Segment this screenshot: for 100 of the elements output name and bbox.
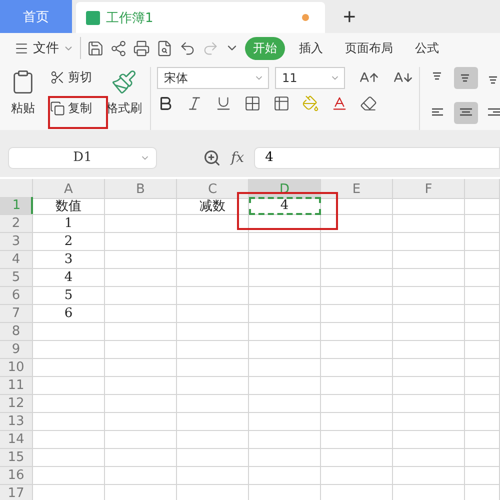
print-icon[interactable]	[133, 40, 150, 56]
column-header[interactable]: B	[105, 179, 177, 199]
table-cell	[321, 467, 393, 485]
fill-color-icon[interactable]	[302, 95, 319, 112]
file-menu[interactable]: 文件	[14, 39, 74, 57]
row-header[interactable]: 9	[0, 341, 33, 359]
formula-field[interactable]: 4	[254, 146, 500, 168]
table-cell	[177, 395, 249, 413]
align-button[interactable]	[454, 67, 478, 89]
table-cell: 5	[33, 287, 105, 305]
table-cell	[105, 359, 177, 377]
row-header[interactable]: 15	[0, 449, 33, 467]
table-cell	[465, 413, 500, 431]
table-cell	[177, 323, 249, 341]
row-header[interactable]: 5	[0, 269, 33, 287]
column-header[interactable]: A	[33, 179, 105, 199]
row-header[interactable]: 11	[0, 377, 33, 395]
new-tab-button[interactable]: +	[337, 0, 362, 33]
table-cell	[465, 323, 500, 341]
zoom-icon[interactable]	[203, 148, 221, 166]
align-button[interactable]	[454, 102, 478, 124]
table-cell	[249, 359, 321, 377]
table-cell	[465, 395, 500, 413]
column-header[interactable]: C	[177, 179, 249, 199]
share-icon[interactable]	[110, 40, 127, 56]
table-cell	[249, 413, 321, 431]
table-cell	[321, 197, 393, 215]
table-cell	[321, 413, 393, 431]
table-cell	[177, 413, 249, 431]
name-box[interactable]: D1	[8, 146, 157, 168]
save-icon[interactable]	[87, 40, 104, 56]
table-cell	[249, 467, 321, 485]
document-tab[interactable]: 工作簿1	[76, 2, 325, 33]
ribbon-tab[interactable]: 开始	[245, 36, 285, 60]
table-cell	[105, 215, 177, 233]
font-select[interactable]: 宋体	[157, 67, 269, 89]
row-header[interactable]: 16	[0, 467, 33, 485]
font-color-icon[interactable]	[331, 95, 348, 112]
fx-label[interactable]: fx	[231, 150, 244, 166]
row-header[interactable]: 13	[0, 413, 33, 431]
cut-button[interactable]: 剪切	[48, 67, 94, 88]
table-cell	[393, 197, 465, 215]
cell-style-icon[interactable]	[273, 95, 290, 112]
ribbon-tab[interactable]: 公式	[407, 36, 447, 60]
ribbon-tab[interactable]: 插入	[291, 36, 331, 60]
table-cell	[249, 449, 321, 467]
row-header[interactable]: 17	[0, 485, 33, 500]
table-cell	[33, 467, 105, 485]
column-header[interactable]: E	[321, 179, 393, 199]
table-cell	[249, 431, 321, 449]
table-cell	[105, 341, 177, 359]
home-tab[interactable]: 首页	[0, 0, 72, 33]
table-cell	[177, 467, 249, 485]
table-cell	[105, 431, 177, 449]
table-cell	[105, 287, 177, 305]
table-cell	[465, 215, 500, 233]
table-cell	[33, 431, 105, 449]
row-header[interactable]: 8	[0, 323, 33, 341]
copy-button[interactable]: 复制	[48, 98, 94, 119]
table-cell	[177, 449, 249, 467]
table-cell	[33, 323, 105, 341]
row-header[interactable]: 2	[0, 215, 33, 233]
table-cell	[177, 341, 249, 359]
spreadsheet-icon	[86, 10, 100, 24]
ribbon-tab[interactable]: 页面布局	[337, 36, 401, 60]
row-header[interactable]: 14	[0, 431, 33, 449]
table-cell	[321, 377, 393, 395]
row-header[interactable]: 4	[0, 251, 33, 269]
row-header[interactable]: 1	[0, 197, 33, 215]
table-cell	[177, 287, 249, 305]
row-header[interactable]: 7	[0, 305, 33, 323]
table-cell	[105, 395, 177, 413]
table-cell	[105, 269, 177, 287]
table-cell	[105, 251, 177, 269]
row-header[interactable]: 6	[0, 287, 33, 305]
row-header[interactable]: 12	[0, 395, 33, 413]
table-cell	[249, 323, 321, 341]
table-cell	[393, 305, 465, 323]
paste-button[interactable]: 粘贴	[8, 67, 38, 130]
table-cell	[393, 467, 465, 485]
table-cell	[105, 233, 177, 251]
italic-icon[interactable]	[186, 95, 203, 112]
table-cell	[249, 305, 321, 323]
print-preview-icon[interactable]	[156, 40, 173, 56]
column-header[interactable]: F	[393, 179, 465, 199]
table-cell: 3	[33, 251, 105, 269]
font-size-select[interactable]: 11	[275, 67, 345, 89]
undo-icon[interactable]	[179, 40, 196, 56]
table-cell: 4	[33, 269, 105, 287]
table-cell	[249, 341, 321, 359]
row-header[interactable]: 3	[0, 233, 33, 251]
table-cell	[465, 431, 500, 449]
table-cell	[105, 377, 177, 395]
table-cell: 1	[33, 215, 105, 233]
table-cell	[321, 251, 393, 269]
table-cell	[321, 287, 393, 305]
row-header[interactable]: 10	[0, 359, 33, 377]
clear-icon[interactable]	[360, 95, 377, 112]
borders-icon[interactable]	[244, 95, 261, 112]
underline-icon[interactable]	[215, 95, 232, 112]
